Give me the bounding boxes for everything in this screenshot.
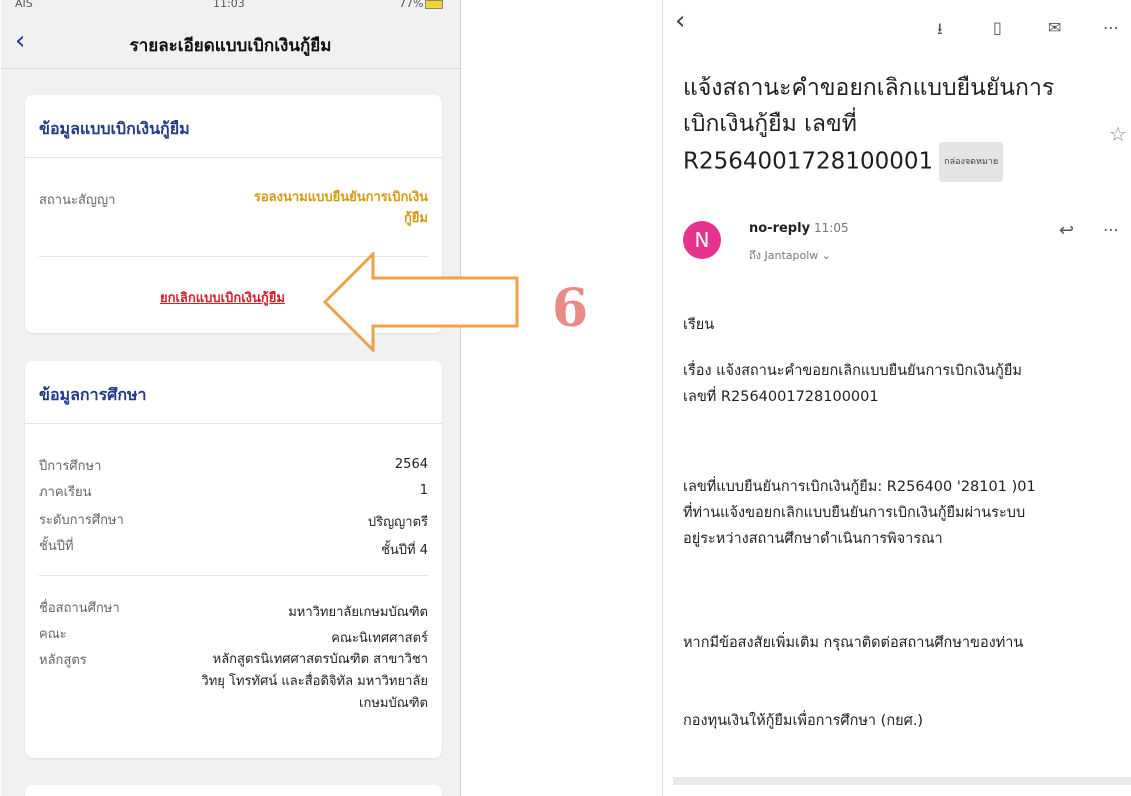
more-icon[interactable]: ⋯: [1103, 18, 1119, 37]
divider: [39, 575, 428, 576]
reply-icon[interactable]: ↩: [1059, 220, 1074, 241]
subject-number: R2564001728100001: [683, 148, 934, 175]
avatar: N: [683, 221, 721, 259]
right-phone-email-screen: ‹ ⭳ ▯ ✉ ⋯ แจ้งสถานะคำขอยกเลิกแบบยืนยันกา…: [662, 0, 1131, 796]
recipient-dropdown[interactable]: ถึง Jantapolw ⌄: [749, 246, 831, 264]
battery-icon: [425, 0, 444, 9]
sender-name: no-reply: [749, 221, 811, 236]
program-label: หลักสูตร: [39, 653, 87, 668]
paragraph-line: อยู่ระหว่างสถานศึกษาดำเนินการพิจารณา: [683, 531, 943, 547]
academic-year-value: 2564: [394, 457, 428, 472]
paragraph-line: ที่ท่านแจ้งขอยกเลิกแบบยืนยันการเบิกเงินก…: [683, 505, 1026, 521]
contract-status-value: รอลงนามแบบยืนยันการเบิกเงิน กู้ยืม: [178, 187, 428, 229]
email-topic: เรื่อง แจ้งสถานะคำขอยกเลิกแบบยืนยันการเบ…: [683, 358, 1123, 410]
semester-value: 1: [419, 483, 428, 498]
star-icon[interactable]: ☆: [1109, 122, 1127, 146]
topic-line: เลขที่ R2564001728100001: [683, 389, 879, 405]
loan-form-card-title: ข้อมูลแบบเบิกเงินกู้ยืม: [39, 119, 190, 138]
status-value-line: กู้ยืม: [403, 211, 428, 226]
divider: [25, 157, 442, 158]
battery-percent: 77%: [399, 0, 424, 10]
archive-icon[interactable]: ⭳: [937, 18, 943, 45]
inbox-label-chip[interactable]: กล่องจดหมาย: [939, 142, 1004, 182]
education-level-label: ระดับการศึกษา: [39, 513, 124, 528]
education-card-title: ข้อมูลการศึกษา: [39, 385, 147, 404]
year-level-value: ชั้นปีที่ 4: [381, 543, 428, 558]
sender-time: 11:05: [814, 221, 849, 235]
contract-status-label: สถานะสัญญา: [39, 193, 116, 208]
education-level-value: ปริญญาตรี: [367, 515, 428, 530]
program-value-line: หลักสูตรนิเทศศาสตรบัณฑิต สาขาวิชา: [212, 652, 428, 667]
carrier-label: AIS: [15, 0, 33, 10]
academic-year-label: ปีการศึกษา: [39, 459, 102, 474]
page-title: รายละเอียดแบบเบิกเงินกู้ยืม: [129, 36, 332, 56]
sender-line: no-reply 11:05: [749, 221, 849, 236]
paragraph-line: เลขที่แบบยืนยันการเบิกเงินกู้ยืม: R25640…: [683, 479, 1036, 495]
email-greeting: เรียน: [683, 317, 715, 333]
step-number: 6: [552, 278, 589, 339]
year-level-label: ชั้นปีที่: [39, 539, 74, 554]
bottom-bar: [673, 777, 1131, 785]
topic-line: เรื่อง แจ้งสถานะคำขอยกเลิกแบบยืนยันการเบ…: [683, 363, 1022, 379]
program-value-line: เกษมบัณฑิต: [359, 696, 428, 711]
subject-line: แจ้งสถานะคำขอยกเลิกแบบยืนยันการ: [683, 75, 1055, 101]
program-value-line: วิทยุ โทรทัศน์ และสื่อดิจิทัล มหาวิทยาลั…: [201, 674, 428, 689]
program-value: หลักสูตรนิเทศศาสตรบัณฑิต สาขาวิชา วิทยุ …: [158, 649, 428, 715]
cancel-loan-form-link[interactable]: ยกเลิกแบบเบิกเงินกู้ยืม: [160, 287, 285, 308]
next-card: [25, 785, 442, 796]
battery-indicator: 77%: [399, 0, 444, 10]
school-name-value: มหาวิทยาลัยเกษมบัณฑิต: [288, 605, 428, 620]
arrow-shape: [323, 252, 519, 352]
left-phone-screen: AIS 11:03 77% ‹ รายละเอียดแบบเบิกเงินกู้…: [1, 0, 461, 796]
education-info-card: ข้อมูลการศึกษา ปีการศึกษา 2564 ภาคเรียน …: [25, 361, 442, 758]
email-contact-line: หากมีข้อสงสัยเพิ่มเติม กรุณาติดต่อสถานศึ…: [683, 635, 1024, 651]
subject-line: เบิกเงินกู้ยืม เลขที่: [683, 111, 857, 137]
nav-bar: ‹ รายละเอียดแบบเบิกเงินกู้ยืม: [1, 14, 460, 69]
annotation-arrow: [323, 252, 519, 352]
divider: [25, 423, 442, 424]
faculty-label: คณะ: [39, 627, 67, 642]
faculty-value: คณะนิเทศศาสตร์: [331, 631, 428, 646]
email-signature: กองทุนเงินให้กู้ยืมเพื่อการศึกษา (กยศ.): [683, 713, 924, 729]
mail-icon[interactable]: ✉: [1048, 18, 1061, 37]
clock: 11:03: [213, 0, 245, 10]
trash-icon[interactable]: ▯: [993, 18, 1002, 37]
semester-label: ภาคเรียน: [39, 485, 92, 500]
email-paragraph: เลขที่แบบยืนยันการเบิกเงินกู้ยืม: R25640…: [683, 474, 1123, 552]
school-name-label: ชื่อสถานศึกษา: [39, 601, 120, 616]
status-bar: AIS 11:03 77%: [1, 0, 460, 14]
email-subject: แจ้งสถานะคำขอยกเลิกแบบยืนยันการ เบิกเงิน…: [683, 70, 1123, 182]
back-chevron-icon[interactable]: ‹: [675, 8, 685, 34]
status-value-line: รอลงนามแบบยืนยันการเบิกเงิน: [253, 190, 428, 205]
more-icon[interactable]: ⋯: [1103, 220, 1119, 239]
subject-line: R2564001728100001 กล่องจดหมาย: [683, 142, 1123, 182]
